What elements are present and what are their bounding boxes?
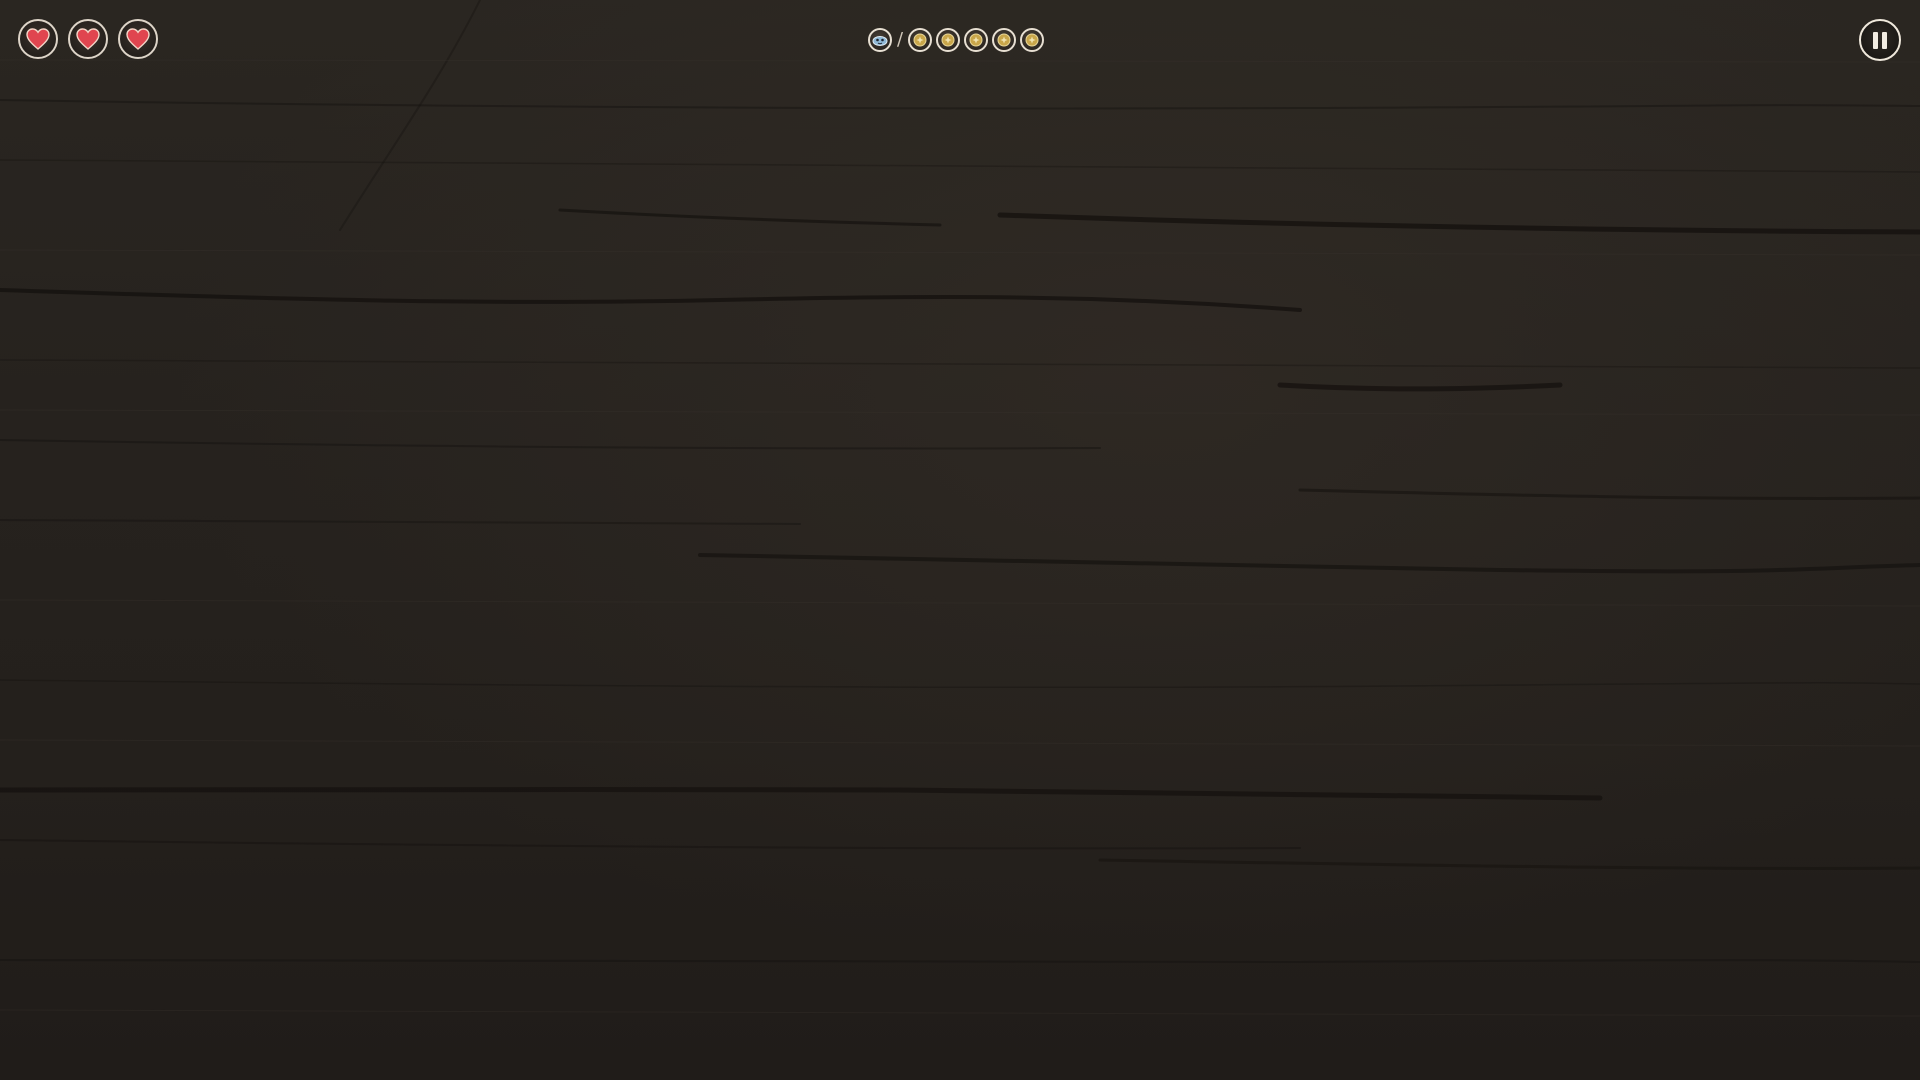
pause-icon xyxy=(1873,31,1878,49)
pause-icon xyxy=(1882,31,1887,49)
character-face-icon xyxy=(868,28,892,52)
heart-icon xyxy=(76,28,100,50)
lives-hearts xyxy=(18,19,158,59)
gold-coin-icon xyxy=(964,28,989,52)
pause-button[interactable] xyxy=(1859,19,1901,61)
level-progress: / xyxy=(868,28,1045,52)
game-screen: / xyxy=(0,0,1920,1080)
heart-icon xyxy=(126,28,150,50)
heart-slot-1 xyxy=(18,19,58,59)
wood-background xyxy=(0,0,1920,1018)
progress-separator: / xyxy=(897,29,904,50)
gold-coin-icon xyxy=(992,28,1017,52)
heart-slot-2 xyxy=(68,19,108,59)
gold-coin-icon xyxy=(936,28,961,52)
gold-coin-icon xyxy=(908,28,933,52)
heart-slot-3 xyxy=(118,19,158,59)
heart-icon xyxy=(26,28,50,50)
gold-coin-icon xyxy=(1020,28,1045,52)
